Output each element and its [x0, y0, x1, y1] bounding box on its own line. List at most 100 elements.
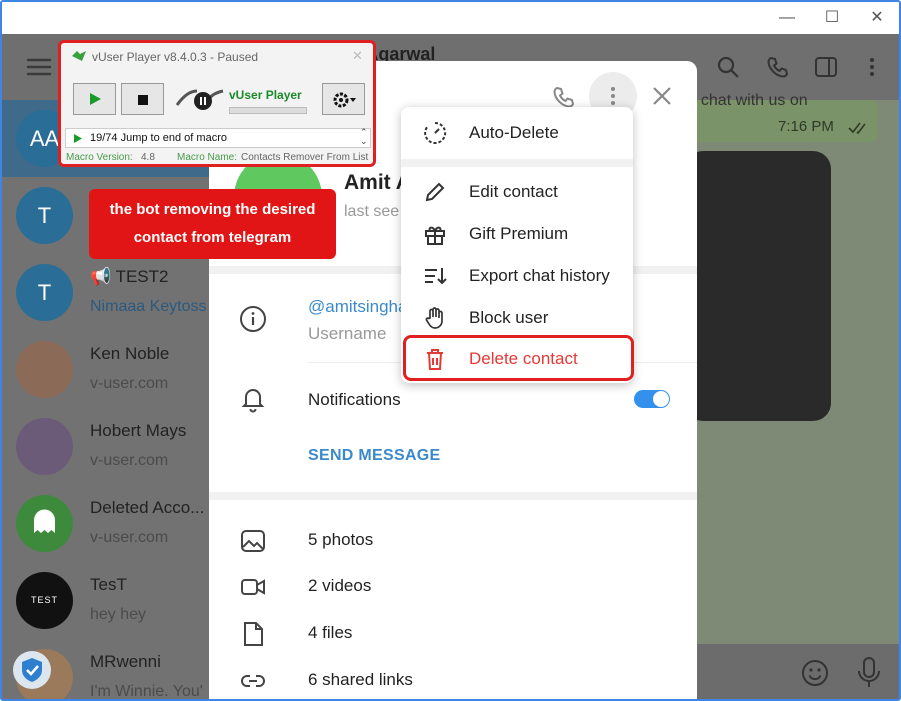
- macro-step-field[interactable]: 19/74 Jump to end of macro ⌃ ⌄: [65, 128, 371, 148]
- search-icon[interactable]: [716, 55, 740, 79]
- files-row[interactable]: 4 files: [308, 623, 352, 643]
- double-check-icon: [848, 122, 866, 134]
- chat-name: Deleted Acco...: [90, 498, 205, 517]
- gear-icon: [333, 92, 356, 108]
- videos-row[interactable]: 2 videos: [308, 576, 371, 596]
- media-message[interactable]: [685, 151, 831, 421]
- stop-button[interactable]: [121, 83, 164, 115]
- bell-icon: [241, 389, 265, 413]
- list-item[interactable]: T 📢 TEST2 Nimaaa Keytoss: [2, 254, 210, 331]
- chat-preview: I'm Winnie. You': [90, 683, 203, 700]
- ghost-avatar-icon: [16, 495, 73, 552]
- chat-preview: v-user.com: [90, 375, 169, 392]
- more-icon: [611, 87, 615, 105]
- message-time: 7:16 PM: [778, 118, 834, 135]
- vuser-brand: vUser Player: [229, 88, 302, 102]
- menu-item-auto-delete[interactable]: Auto-Delete: [401, 113, 633, 153]
- vuser-close-icon[interactable]: ✕: [352, 48, 363, 64]
- play-icon: [74, 134, 82, 143]
- list-item[interactable]: Deleted Acco... v-user.com: [2, 485, 210, 562]
- emoji-icon[interactable]: [800, 658, 830, 688]
- export-icon: [425, 268, 447, 285]
- stop-icon: [138, 95, 148, 105]
- chat-preview: hey hey: [90, 606, 147, 623]
- chat-name: Ken Noble: [90, 344, 170, 363]
- divider: [401, 159, 633, 167]
- username-value[interactable]: @amitsingha: [308, 297, 407, 317]
- username-label: Username: [308, 324, 387, 343]
- macro-name-label: Macro Name:: [177, 152, 238, 163]
- annotation-callout: the bot removing the desired contact fro…: [89, 189, 336, 259]
- sidebar-toggle-icon[interactable]: [814, 55, 838, 79]
- vuser-player-window: vUser Player v8.4.0.3 - Paused ✕ vUser P…: [58, 40, 376, 167]
- telegram-window: — ☐ ✕ AA T T 📢 TEST2 Nimaaa Keytoss Ken …: [0, 0, 901, 701]
- macro-step-text: 19/74 Jump to end of macro: [90, 132, 227, 144]
- title-bar: — ☐ ✕: [2, 2, 899, 34]
- avatar: T: [16, 187, 73, 244]
- send-message-button[interactable]: SEND MESSAGE: [308, 447, 441, 465]
- avatar: [16, 418, 73, 475]
- chat-name: Hobert Mays: [90, 421, 187, 440]
- photo-icon: [241, 530, 265, 552]
- macro-version-label: Macro Version:: [66, 152, 133, 163]
- vuser-logo-icon: [72, 51, 86, 61]
- minimize-icon[interactable]: —: [777, 8, 797, 28]
- links-row[interactable]: 6 shared links: [308, 670, 413, 690]
- chat-preview: v-user.com: [90, 529, 169, 546]
- highlight-box: [403, 335, 634, 381]
- more-icon[interactable]: [860, 55, 884, 79]
- shield-icon[interactable]: [12, 650, 52, 690]
- chat-preview: Nimaaa Keytoss: [90, 298, 207, 315]
- profile-status: last see: [344, 203, 400, 220]
- chat-preview: v-user.com: [90, 452, 169, 469]
- avatar: [16, 341, 73, 398]
- menu-item-label: Gift Premium: [469, 224, 569, 243]
- menu-item-block-user[interactable]: Block user: [401, 298, 633, 338]
- chat-name: 📢 TEST2: [90, 267, 169, 286]
- close-window-icon[interactable]: ✕: [867, 8, 887, 28]
- menu-item-export-chat-history[interactable]: Export chat history: [401, 256, 633, 296]
- link-icon: [241, 675, 265, 687]
- phone-icon[interactable]: [552, 85, 576, 109]
- close-icon[interactable]: [651, 85, 673, 107]
- menu-item-label: Auto-Delete: [469, 123, 559, 142]
- play-button[interactable]: [73, 83, 116, 115]
- hand-icon: [425, 307, 443, 329]
- video-icon: [241, 579, 265, 595]
- pencil-icon: [425, 182, 445, 202]
- menu-icon[interactable]: [26, 56, 52, 78]
- menu-item-label: Export chat history: [469, 266, 610, 285]
- chat-name: MRwenni: [90, 652, 161, 671]
- file-icon: [244, 622, 263, 646]
- menu-item-edit-contact[interactable]: Edit contact: [401, 172, 633, 212]
- menu-item-label: Edit contact: [469, 182, 558, 201]
- gift-icon: [425, 226, 445, 245]
- timer-icon: [424, 121, 447, 144]
- list-item[interactable]: Hobert Mays v-user.com: [2, 408, 210, 485]
- list-item[interactable]: TEST TesT hey hey: [2, 562, 210, 639]
- divider: [209, 492, 697, 500]
- progress-bar: [229, 107, 307, 114]
- stepper-icon[interactable]: ⌃ ⌄: [360, 128, 368, 146]
- callout-line: contact from telegram: [133, 229, 292, 246]
- maximize-icon[interactable]: ☐: [822, 8, 842, 28]
- phone-icon[interactable]: [766, 55, 790, 79]
- avatar: TEST: [16, 572, 73, 629]
- notifications-label: Notifications: [308, 390, 401, 409]
- avatar: T: [16, 264, 73, 321]
- list-item[interactable]: Ken Noble v-user.com: [2, 331, 210, 408]
- callout-line: the bot removing the desired: [109, 201, 316, 218]
- notifications-toggle[interactable]: [634, 390, 670, 408]
- chat-name: TesT: [90, 575, 127, 594]
- vuser-title: vUser Player v8.4.0.3 - Paused: [92, 50, 259, 64]
- macro-version: 4.8: [141, 152, 155, 163]
- info-icon: [240, 306, 266, 332]
- microphone-icon[interactable]: [856, 656, 882, 690]
- robot-icon: [175, 89, 224, 110]
- settings-button[interactable]: [322, 83, 365, 115]
- menu-item-gift-premium[interactable]: Gift Premium: [401, 214, 633, 254]
- composer-bar: [697, 644, 899, 699]
- play-icon: [90, 93, 101, 105]
- photos-row[interactable]: 5 photos: [308, 530, 373, 550]
- menu-item-label: Block user: [469, 308, 549, 327]
